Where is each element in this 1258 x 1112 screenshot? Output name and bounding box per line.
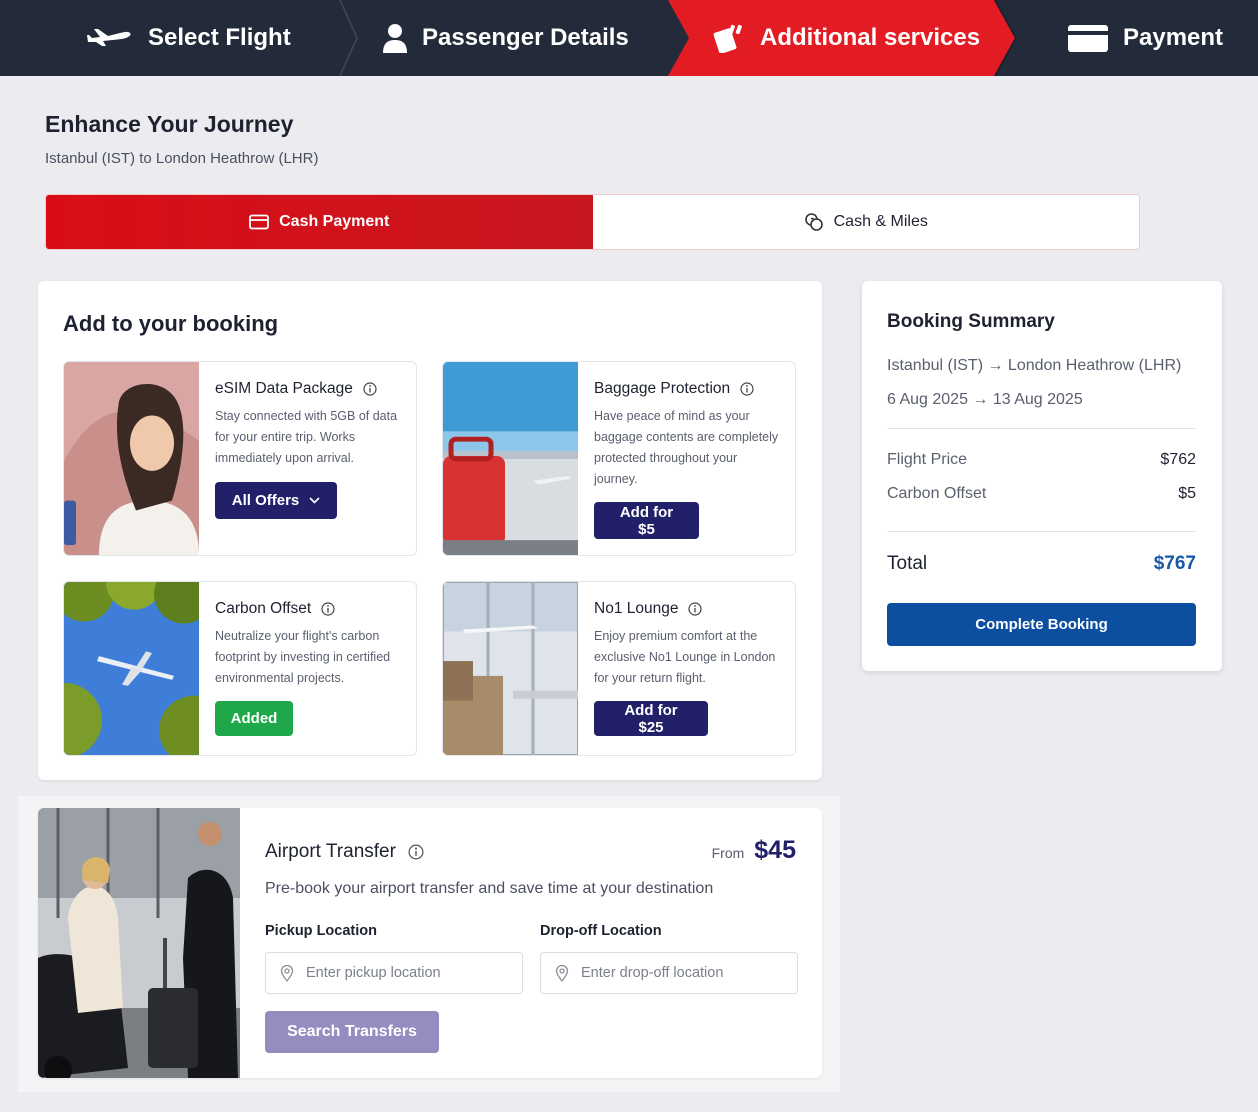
- info-icon[interactable]: [363, 382, 377, 396]
- esim-photo: [64, 362, 199, 555]
- summary-title: Booking Summary: [887, 311, 1055, 332]
- cash-payment-option[interactable]: Cash Payment: [46, 195, 593, 249]
- card-title: Baggage Protection: [594, 380, 731, 397]
- card-title: No1 Lounge: [594, 600, 679, 617]
- step-passenger-details[interactable]: Passenger Details: [382, 0, 629, 76]
- summary-line-carbon-offset: Carbon Offset $5: [887, 485, 1196, 503]
- button-label: All Offers: [231, 492, 300, 509]
- card-description: Stay connected with 5GB of data for your…: [215, 409, 398, 465]
- summary-line-flight-price: Flight Price $762: [887, 451, 1196, 469]
- total-value: $767: [1153, 553, 1196, 574]
- step-label: Select Flight: [148, 24, 291, 51]
- add-to-booking-panel: Add to your booking eSIM Data Package St…: [38, 281, 822, 780]
- from-label: From: [711, 845, 745, 861]
- dropoff-input[interactable]: [581, 965, 781, 981]
- airplane-icon: [86, 27, 134, 49]
- search-transfers-button[interactable]: Search Transfers: [265, 1011, 439, 1053]
- all-offers-button[interactable]: All Offers: [215, 482, 337, 519]
- step-label: Additional services: [760, 24, 981, 51]
- line-value: $5: [1178, 485, 1196, 502]
- summary-dates: 6 Aug 2025 → 13 Aug 2025: [887, 391, 1083, 408]
- panel-title: Add to your booking: [63, 311, 279, 336]
- location-pin-icon: [280, 964, 294, 982]
- line-value: $762: [1160, 451, 1196, 468]
- no1-lounge-card: No1 Lounge Enjoy premium comfort at the …: [442, 581, 796, 756]
- card-title: eSIM Data Package: [215, 380, 353, 397]
- location-pin-icon: [555, 964, 569, 982]
- carbon-offset-added-button[interactable]: Added: [215, 701, 293, 736]
- divider: [887, 428, 1196, 429]
- dropoff-field: [540, 952, 798, 994]
- button-label: Add for $5: [619, 503, 674, 538]
- pickup-input[interactable]: [306, 965, 506, 981]
- step-additional-services[interactable]: Additional services: [712, 0, 980, 76]
- airport-transfer-photo: [38, 808, 240, 1078]
- card-icon: [1067, 23, 1109, 53]
- step-payment[interactable]: Payment: [1067, 0, 1223, 76]
- carbon-offset-card: Carbon Offset Neutralize your flight's c…: [63, 581, 417, 756]
- button-label: Add for $25: [624, 701, 678, 736]
- payment-method-toggle: Cash Payment Cash & Miles: [45, 194, 1140, 250]
- pickup-field: [265, 952, 523, 994]
- step-select-flight[interactable]: Select Flight: [86, 0, 291, 76]
- summary-total: Total $767: [887, 553, 1196, 575]
- add-baggage-protection-button[interactable]: Add for $5: [594, 502, 699, 539]
- coins-icon: [804, 212, 824, 232]
- button-label: Added: [230, 710, 278, 727]
- option-label: Cash & Miles: [833, 213, 928, 230]
- line-label: Carbon Offset: [887, 485, 987, 502]
- user-icon: [382, 23, 408, 53]
- transfer-description: Pre-book your airport transfer and save …: [265, 880, 714, 897]
- lounge-photo: [443, 582, 578, 755]
- page-subtitle: Istanbul (IST) to London Heathrow (LHR): [45, 150, 319, 167]
- option-label: Cash Payment: [279, 213, 390, 230]
- summary-route: Istanbul (IST) → London Heathrow (LHR): [887, 357, 1182, 374]
- airport-transfer-card: Airport Transfer From $45 Pre-book your …: [38, 808, 822, 1078]
- carbon-offset-photo: [64, 582, 199, 755]
- cash-and-miles-option[interactable]: Cash & Miles: [593, 195, 1140, 249]
- info-icon[interactable]: [321, 602, 335, 616]
- pickup-label: Pickup Location: [265, 923, 377, 939]
- page-title: Enhance Your Journey: [45, 111, 294, 137]
- transfer-title: Airport Transfer: [265, 841, 396, 862]
- step-label: Passenger Details: [422, 24, 629, 51]
- progress-stepper: Select Flight Passenger Details Addition…: [0, 0, 1258, 76]
- transfer-price: From $45: [712, 836, 796, 865]
- baggage-photo: [443, 362, 578, 555]
- dropoff-label: Drop-off Location: [540, 923, 662, 939]
- info-icon[interactable]: [688, 602, 703, 616]
- chevron-down-icon: [309, 497, 320, 504]
- info-icon[interactable]: [740, 382, 754, 396]
- step-label: Payment: [1123, 24, 1224, 51]
- complete-booking-button[interactable]: Complete Booking: [887, 603, 1196, 646]
- divider: [887, 531, 1196, 532]
- booking-summary: Booking Summary Istanbul (IST) → London …: [862, 281, 1222, 671]
- card-title: Carbon Offset: [215, 600, 312, 617]
- tickets-icon: [712, 23, 746, 53]
- total-label: Total: [887, 553, 928, 574]
- card-icon: [249, 214, 270, 230]
- line-label: Flight Price: [887, 451, 968, 468]
- add-lounge-button[interactable]: Add for $25: [594, 701, 708, 736]
- card-description: Enjoy premium comfort at the exclusive N…: [594, 629, 776, 685]
- price-value: $45: [754, 836, 796, 864]
- info-icon[interactable]: [408, 844, 424, 860]
- card-description: Have peace of mind as your baggage conte…: [594, 409, 779, 486]
- esim-card: eSIM Data Package Stay connected with 5G…: [63, 361, 417, 556]
- baggage-protection-card: Baggage Protection Have peace of mind as…: [442, 361, 796, 556]
- card-description: Neutralize your flight's carbon footprin…: [215, 629, 391, 685]
